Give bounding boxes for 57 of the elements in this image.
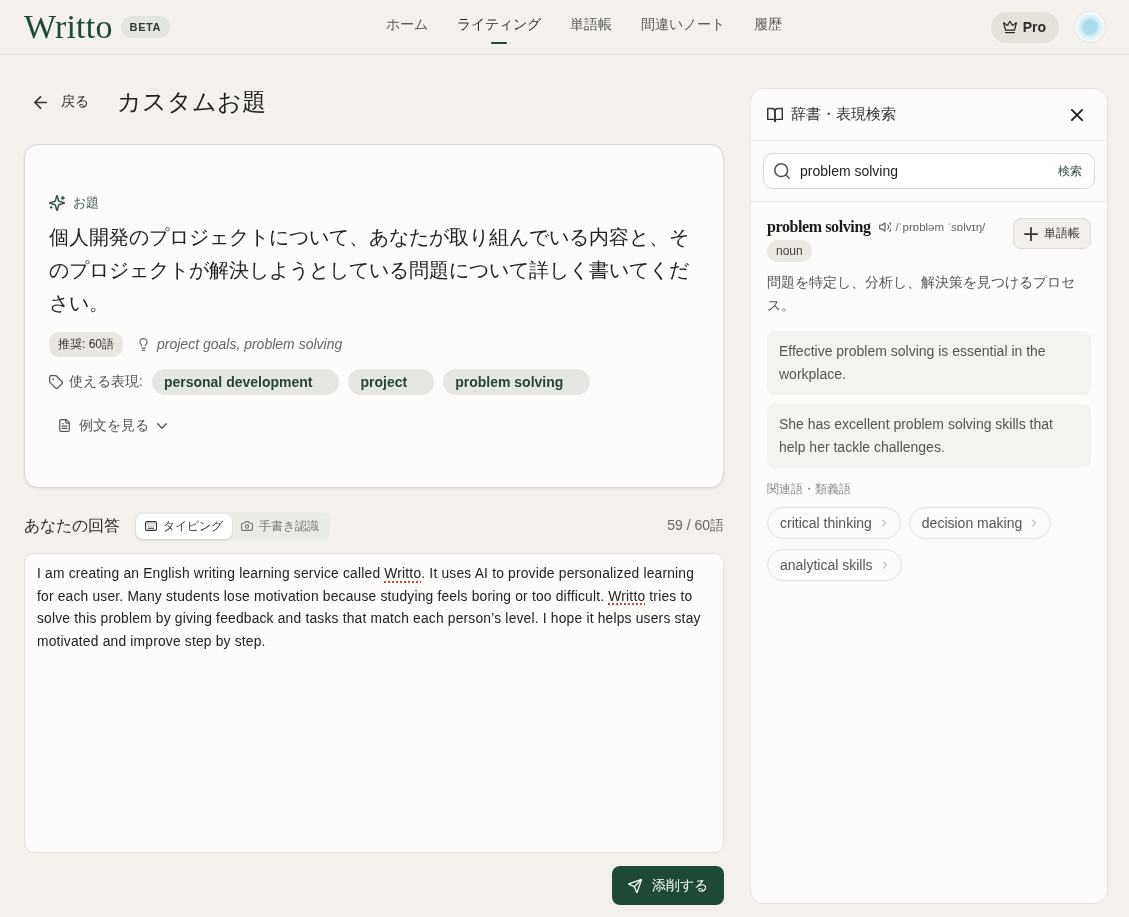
related-words-label: 関連語・類義語 [767,481,852,498]
play-audio-button[interactable] [878,221,891,233]
crown-icon [1002,20,1017,34]
headword: problem solving [767,218,871,236]
expression-chip[interactable]: personal development [151,368,340,395]
beta-badge: BETA [120,16,171,38]
lightbulb-icon [137,337,150,351]
related-word-chip[interactable]: decision making [908,507,1052,539]
related-word-chip[interactable]: critical thinking [767,507,901,539]
hint-text: project goals, problem solving [157,336,343,352]
show-examples-button[interactable]: 例文を見る [49,412,176,439]
search-icon [774,163,790,179]
example-sentence: She has excellent problem solving skills that help her tackle challenges. [767,404,1091,468]
answer-field[interactable]: I am creating an English writing learning service called Writto. It uses AI to provide personalized learning for each user. Many students lose motivation because studying feels boring or too difficult. Writto tries to solve this problem by giving feedback and tasks that match each person’s level. I hope it helps users stay motivated and improve step by step. [24,553,724,853]
plus-icon [1024,226,1038,241]
document-icon [58,419,71,432]
nav-tab[interactable]: ライティング [456,0,541,54]
page-title: カスタムお題 [117,88,266,117]
back-button[interactable]: 戻る [24,89,93,115]
add-to-wordbook-button[interactable]: 単語帳 [1013,218,1091,249]
sparkle-icon [49,194,65,211]
close-icon [1071,108,1083,121]
answer-title: あなたの回答 [24,515,120,536]
prompt-text: 個人開発のプロジェクトについて、あなたが取り組んでいる内容と、そのプロジェクトが解決しようとしている問題について詳しく書いてください。 [49,224,690,316]
submit-button[interactable]: 添削する [612,866,724,905]
expressions-label: 使える表現: [69,372,143,391]
word-count-badge: 推奨: 60語 [49,331,123,357]
related-word-chip[interactable]: analytical skills [767,549,902,581]
prompt-label: お題 [73,193,99,212]
nav-tab[interactable]: 間違いノート [640,0,725,54]
tag-icon [49,374,63,389]
definition-text: 問題を特定し、分析し、解決策を見つけるプロセス。 [767,273,1076,315]
input-mode-tab[interactable]: 手書き認識 [232,513,328,539]
camera-icon [241,520,253,532]
pronunciation: /ˈprɒbləm ˈsɒlvɪŋ/ [895,221,986,233]
speaker-icon [878,221,891,233]
chevron-right-icon [1032,519,1037,527]
chevron-right-icon [881,519,886,527]
example-sentence: Effective problem solving is essential in the workplace. [767,331,1091,395]
part-of-speech-tag: noun [767,240,812,262]
search-button[interactable]: 検索 [1056,160,1084,182]
nav-tab[interactable]: 単語帳 [569,0,612,54]
panel-title: 辞書・表現検索 [791,105,896,124]
chevron-right-icon [882,561,887,569]
arrow-left-icon [34,95,47,109]
word-count: 59 / 60語 [667,517,724,535]
keyboard-icon [145,520,157,532]
nav-tab[interactable]: 履歴 [753,0,782,54]
pro-button[interactable]: Pro [990,11,1059,43]
search-field[interactable]: problem solving 検索 [763,153,1095,189]
expression-chip[interactable]: problem solving [443,368,591,395]
input-mode-tab[interactable]: タイピング [136,513,232,539]
expression-chip[interactable]: project [348,368,435,395]
logo[interactable]: Writto [24,10,113,44]
nav-tab[interactable]: ホーム [385,0,428,54]
send-icon [628,878,642,893]
book-icon [767,106,783,123]
